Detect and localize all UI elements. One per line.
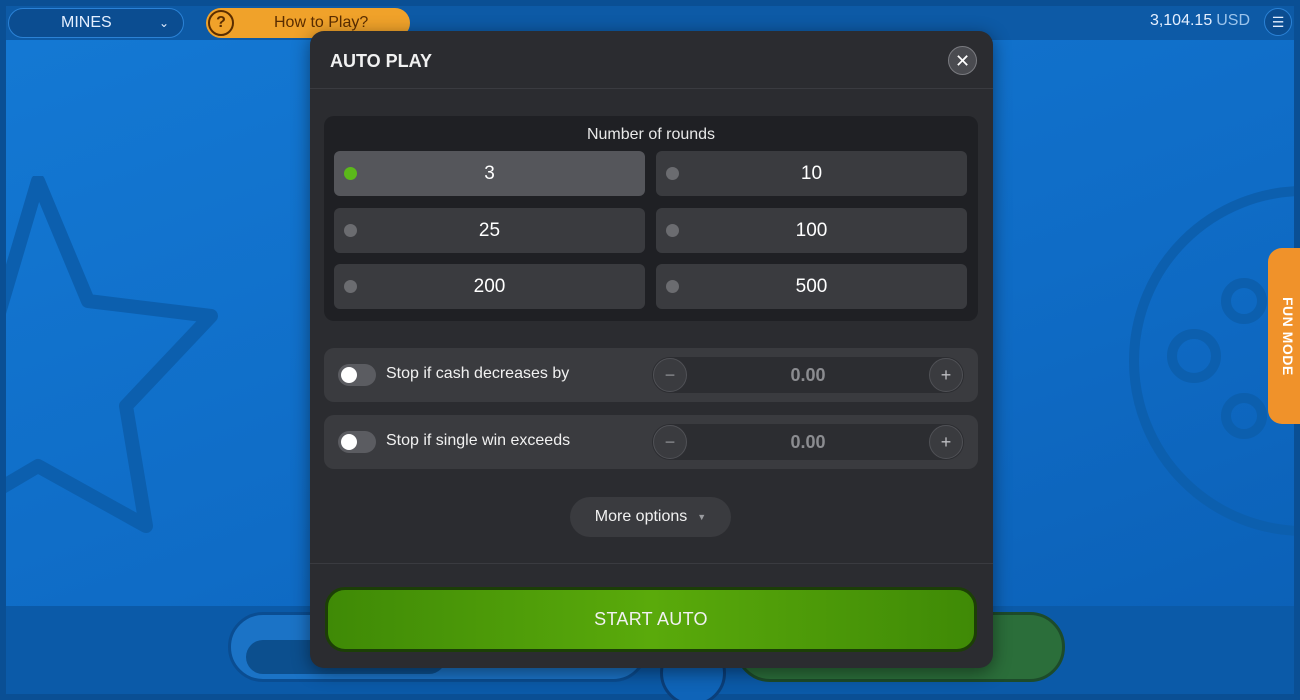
game-name: MINES <box>61 14 112 31</box>
hamburger-icon: ☰ <box>1271 13 1285 30</box>
radio-dot-icon <box>666 224 679 237</box>
radio-dot-icon <box>344 167 357 180</box>
divider <box>310 563 993 564</box>
modal-title: AUTO PLAY <box>330 51 433 71</box>
stop-cash-decrease-value[interactable]: 0.00 <box>692 365 924 386</box>
round-option-200[interactable]: 200 <box>334 264 645 309</box>
decrease-button[interactable]: − <box>653 358 687 392</box>
more-options-label: More options <box>594 508 688 525</box>
balance-amount: 3,104.15 <box>1149 12 1213 29</box>
close-icon: ✕ <box>954 50 971 71</box>
fun-mode-tab[interactable]: FUN MODE <box>1268 248 1300 424</box>
stop-single-win-row: Stop if single win exceeds − 0.00 + <box>324 415 978 469</box>
more-options-button[interactable]: More options ▼ <box>570 497 731 537</box>
fun-mode-label: FUN MODE <box>1280 296 1296 376</box>
radio-dot-icon <box>666 280 679 293</box>
how-to-play-label: How to Play? <box>274 14 369 31</box>
chevron-down-icon: ⌄ <box>158 16 169 30</box>
increase-button[interactable]: + <box>929 425 963 459</box>
start-auto-button[interactable]: START AUTO <box>325 587 977 652</box>
radio-dot-icon <box>344 280 357 293</box>
stop-single-win-value[interactable]: 0.00 <box>692 432 924 453</box>
minus-icon: − <box>664 431 676 452</box>
round-option-25[interactable]: 25 <box>334 208 645 253</box>
stop-single-win-toggle[interactable] <box>338 431 376 453</box>
round-option-10[interactable]: 10 <box>656 151 967 196</box>
radio-dot-icon <box>344 224 357 237</box>
toggle-knob <box>341 367 357 383</box>
balance-currency: USD <box>1216 12 1250 29</box>
round-value: 25 <box>478 219 501 241</box>
question-icon: ? <box>208 10 234 36</box>
round-value: 200 <box>473 275 506 297</box>
stop-cash-decrease-row: Stop if cash decreases by − 0.00 + <box>324 348 978 402</box>
caret-down-icon: ▼ <box>697 512 707 522</box>
round-value: 10 <box>800 162 823 184</box>
stop-cash-decrease-stepper: − 0.00 + <box>652 357 964 393</box>
decrease-button[interactable]: − <box>653 425 687 459</box>
toggle-knob <box>341 434 357 450</box>
plus-icon: + <box>940 431 952 452</box>
round-option-100[interactable]: 100 <box>656 208 967 253</box>
star-decoration-icon <box>6 176 218 533</box>
stop-single-win-stepper: − 0.00 + <box>652 424 964 460</box>
modal-header: AUTO PLAY ✕ <box>310 31 993 89</box>
round-option-500[interactable]: 500 <box>656 264 967 309</box>
radio-dot-icon <box>666 167 679 180</box>
game-selector[interactable]: MINES ⌄ <box>8 8 184 38</box>
close-button[interactable]: ✕ <box>948 46 977 75</box>
bomb-decoration-icon <box>1129 186 1294 536</box>
round-option-3[interactable]: 3 <box>334 151 645 196</box>
stop-single-win-label: Stop if single win exceeds <box>386 432 571 449</box>
minus-icon: − <box>664 364 676 385</box>
rounds-selector: Number of rounds 3 10 25 100 200 500 <box>324 116 978 321</box>
stop-cash-decrease-toggle[interactable] <box>338 364 376 386</box>
round-value: 500 <box>795 275 828 297</box>
menu-button[interactable]: ☰ <box>1264 8 1292 36</box>
round-value: 100 <box>795 219 828 241</box>
auto-play-modal: AUTO PLAY ✕ Number of rounds 3 10 25 100… <box>310 31 993 668</box>
round-value: 3 <box>484 162 495 184</box>
balance-display: 3,104.15 USD <box>1150 12 1250 30</box>
stop-cash-decrease-label: Stop if cash decreases by <box>386 365 570 382</box>
increase-button[interactable]: + <box>929 358 963 392</box>
start-auto-label: START AUTO <box>594 609 708 629</box>
rounds-title: Number of rounds <box>586 126 716 143</box>
plus-icon: + <box>940 364 952 385</box>
